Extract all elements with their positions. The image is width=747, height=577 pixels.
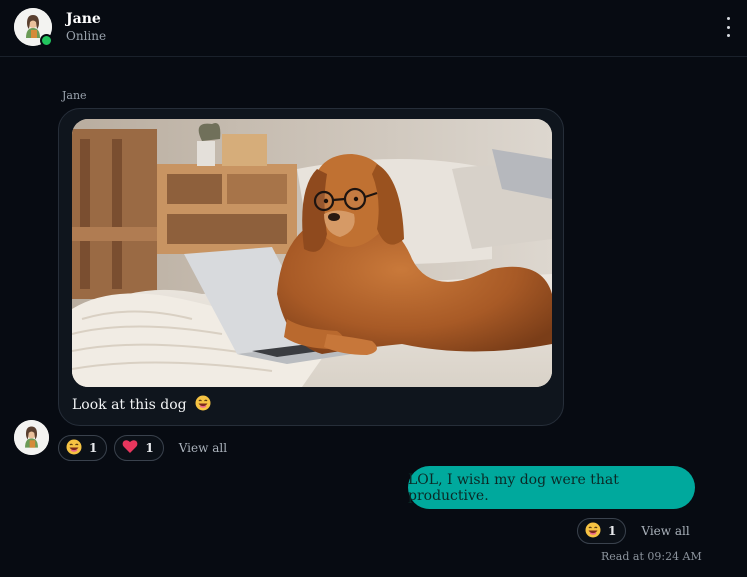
outgoing-message-text: LOL, I wish my dog were that productive. — [408, 471, 619, 504]
more-vertical-icon[interactable] — [723, 17, 733, 37]
heart-icon — [122, 439, 138, 457]
reaction-count: 1 — [145, 441, 154, 455]
view-all-reactions-link[interactable]: View all — [641, 524, 689, 538]
laughing-face-icon — [585, 522, 601, 541]
outgoing-message-bubble[interactable]: LOL, I wish my dog were that productive. — [408, 466, 695, 509]
sender-name: Jane — [62, 89, 87, 102]
sender-avatar[interactable] — [14, 420, 49, 455]
incoming-reactions: 1 1 View all — [58, 435, 227, 461]
contact-status: Online — [66, 29, 107, 43]
reaction-heart[interactable]: 1 — [114, 435, 164, 461]
message-image[interactable] — [72, 119, 552, 387]
reaction-laugh[interactable]: 1 — [577, 518, 627, 544]
laughing-face-icon — [195, 395, 211, 415]
chat-header: Jane Online — [0, 0, 747, 57]
reaction-count: 1 — [89, 441, 98, 455]
view-all-reactions-link[interactable]: View all — [179, 441, 227, 455]
message-caption: Look at this dog — [72, 395, 211, 415]
laughing-face-icon — [66, 439, 82, 458]
dog-photo — [72, 119, 552, 387]
contact-name: Jane — [66, 11, 101, 27]
outgoing-reactions: 1 View all — [577, 518, 690, 544]
caption-text: Look at this dog — [72, 397, 187, 413]
reaction-count: 1 — [608, 524, 617, 538]
contact-avatar[interactable] — [14, 8, 53, 47]
reaction-laugh[interactable]: 1 — [58, 435, 108, 461]
incoming-message-bubble[interactable]: Look at this dog — [58, 108, 564, 426]
read-receipt: Read at 09:24 AM — [601, 550, 702, 563]
avatar-illustration — [14, 420, 49, 455]
online-status-dot — [40, 34, 53, 47]
